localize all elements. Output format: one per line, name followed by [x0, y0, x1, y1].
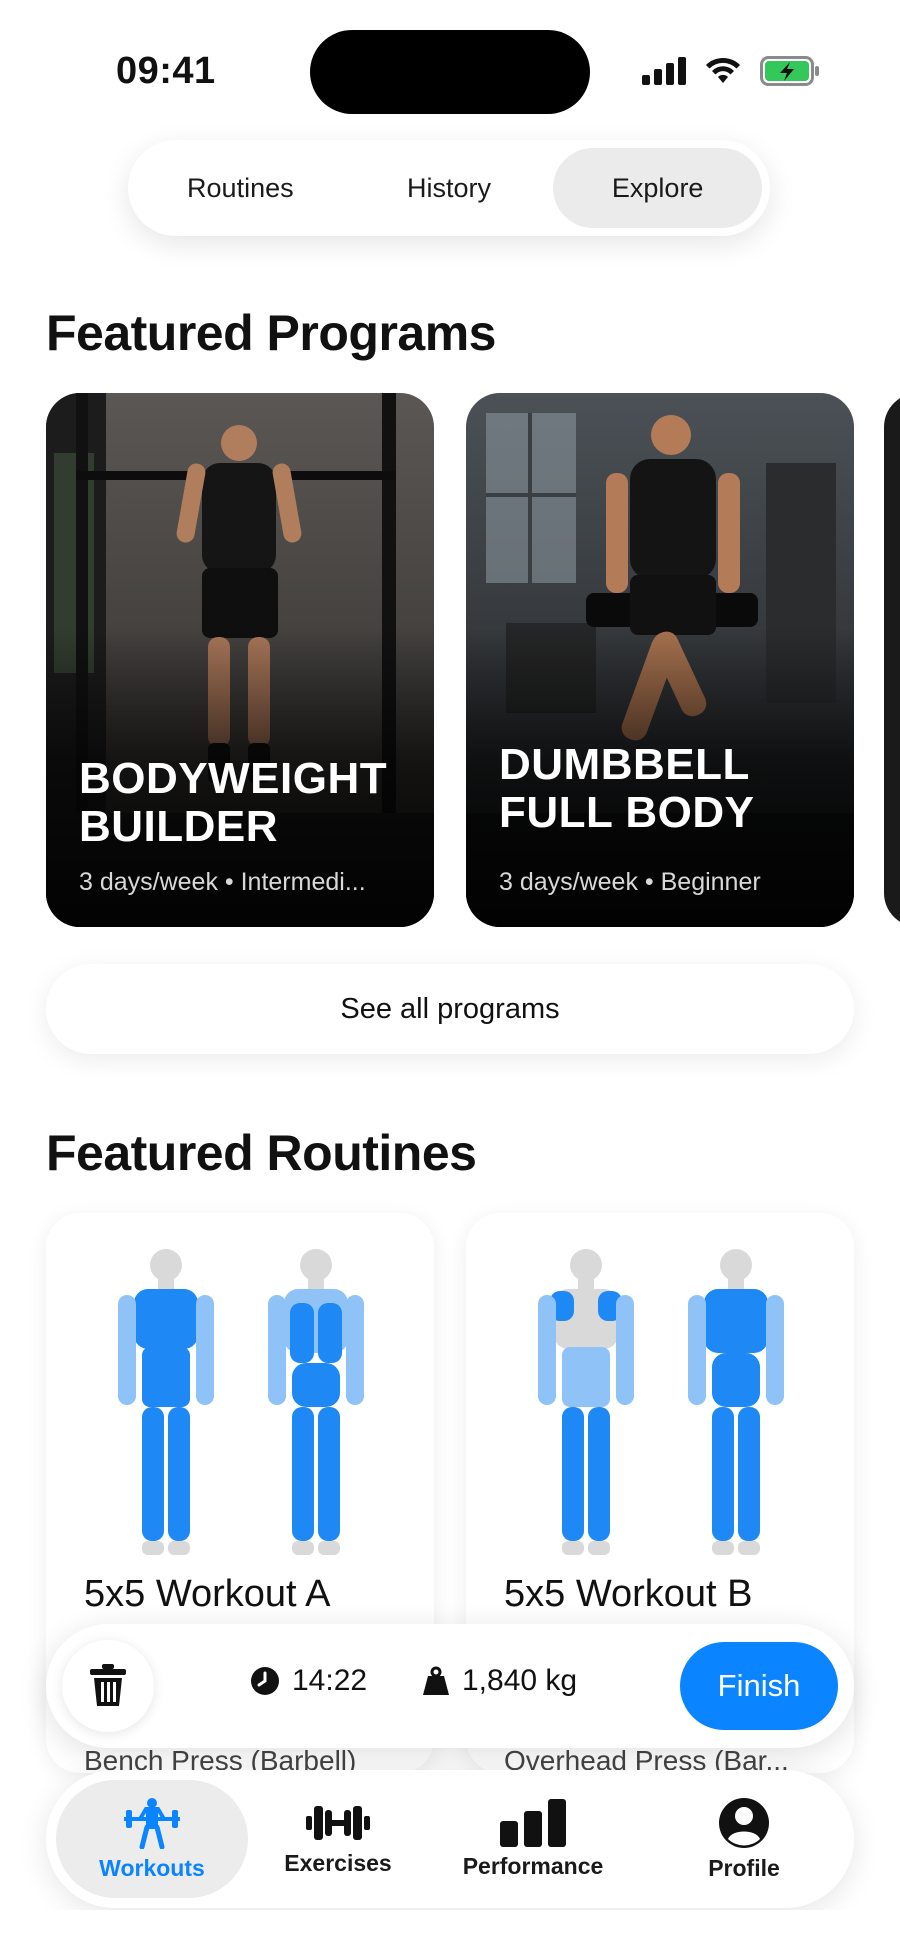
tab-bar: Workouts Exercises Performance Profile [46, 1770, 854, 1908]
routine-name: 5x5 Workout A [84, 1573, 331, 1615]
clock-icon [251, 1667, 279, 1695]
volume-value: 1,840 kg [462, 1664, 578, 1697]
see-all-programs-button[interactable]: See all programs [46, 964, 854, 1054]
cellular-signal-icon [642, 57, 686, 85]
tab-label: Exercises [284, 1849, 392, 1876]
program-card-bodyweight[interactable]: BODYWEIGHT BUILDER 3 days/week • Interme… [46, 393, 434, 927]
program-title-line1: DUMBBELL [499, 740, 750, 789]
wifi-icon [706, 57, 740, 83]
program-title: BODYWEIGHT BUILDER [79, 755, 414, 851]
program-card-dumbbell[interactable]: DUMBBELL FULL BODY 3 days/week • Beginne… [466, 393, 854, 927]
active-workout-bar[interactable]: 14:22 1,840 kg Finish [46, 1624, 854, 1748]
barbell-lifter-icon [124, 1797, 180, 1849]
view-segmented-control: Routines History Explore [128, 140, 770, 236]
trash-icon [90, 1664, 126, 1706]
tab-profile[interactable]: Profile [646, 1780, 842, 1898]
duration-value: 14:22 [292, 1664, 368, 1697]
workout-volume: 1,840 kg [422, 1664, 577, 1698]
workout-duration: 14:22 [250, 1664, 367, 1698]
status-time: 09:41 [116, 50, 216, 92]
routine-first-exercise: Overhead Press (Bar... [504, 1745, 789, 1773]
discard-workout-button[interactable] [62, 1640, 154, 1732]
dynamic-island [310, 30, 590, 114]
program-title-line2: BUILDER [79, 802, 279, 851]
finish-workout-button[interactable]: Finish [680, 1642, 838, 1730]
muscle-map-icon [538, 1249, 784, 1555]
program-title: DUMBBELL FULL BODY [499, 741, 834, 837]
tab-workouts[interactable]: Workouts [56, 1780, 248, 1898]
featured-programs-title: Featured Programs [46, 305, 496, 361]
muscle-map-icon [118, 1249, 364, 1555]
status-bar: 09:41 [0, 0, 900, 120]
program-subtitle: 3 days/week • Intermedi... [79, 868, 366, 896]
tab-label: Performance [462, 1852, 604, 1879]
routine-first-exercise: Bench Press (Barbell) [84, 1745, 357, 1773]
dumbbell-icon [306, 1805, 370, 1840]
segment-routines[interactable]: Routines [136, 148, 345, 228]
person-circle-icon [719, 1797, 769, 1848]
program-title-line2: FULL BODY [499, 788, 755, 837]
featured-routines-title: Featured Routines [46, 1125, 477, 1181]
segment-history[interactable]: History [345, 148, 554, 228]
tab-label: Workouts [99, 1854, 205, 1881]
home-indicator-area [0, 1910, 900, 1956]
routine-name: 5x5 Workout B [504, 1573, 753, 1615]
tab-label: Profile [708, 1854, 780, 1881]
program-card-peek[interactable] [884, 393, 900, 927]
tab-performance[interactable]: Performance [428, 1780, 638, 1898]
program-title-line1: BODYWEIGHT [79, 754, 388, 803]
weight-icon [423, 1666, 449, 1695]
bar-chart-icon [500, 1798, 566, 1847]
tab-exercises[interactable]: Exercises [248, 1780, 428, 1898]
battery-charging-icon [760, 56, 819, 86]
segment-explore[interactable]: Explore [553, 148, 763, 228]
programs-carousel[interactable]: BODYWEIGHT BUILDER 3 days/week • Interme… [46, 393, 900, 927]
status-icons [642, 56, 820, 86]
program-subtitle: 3 days/week • Beginner [499, 868, 761, 896]
